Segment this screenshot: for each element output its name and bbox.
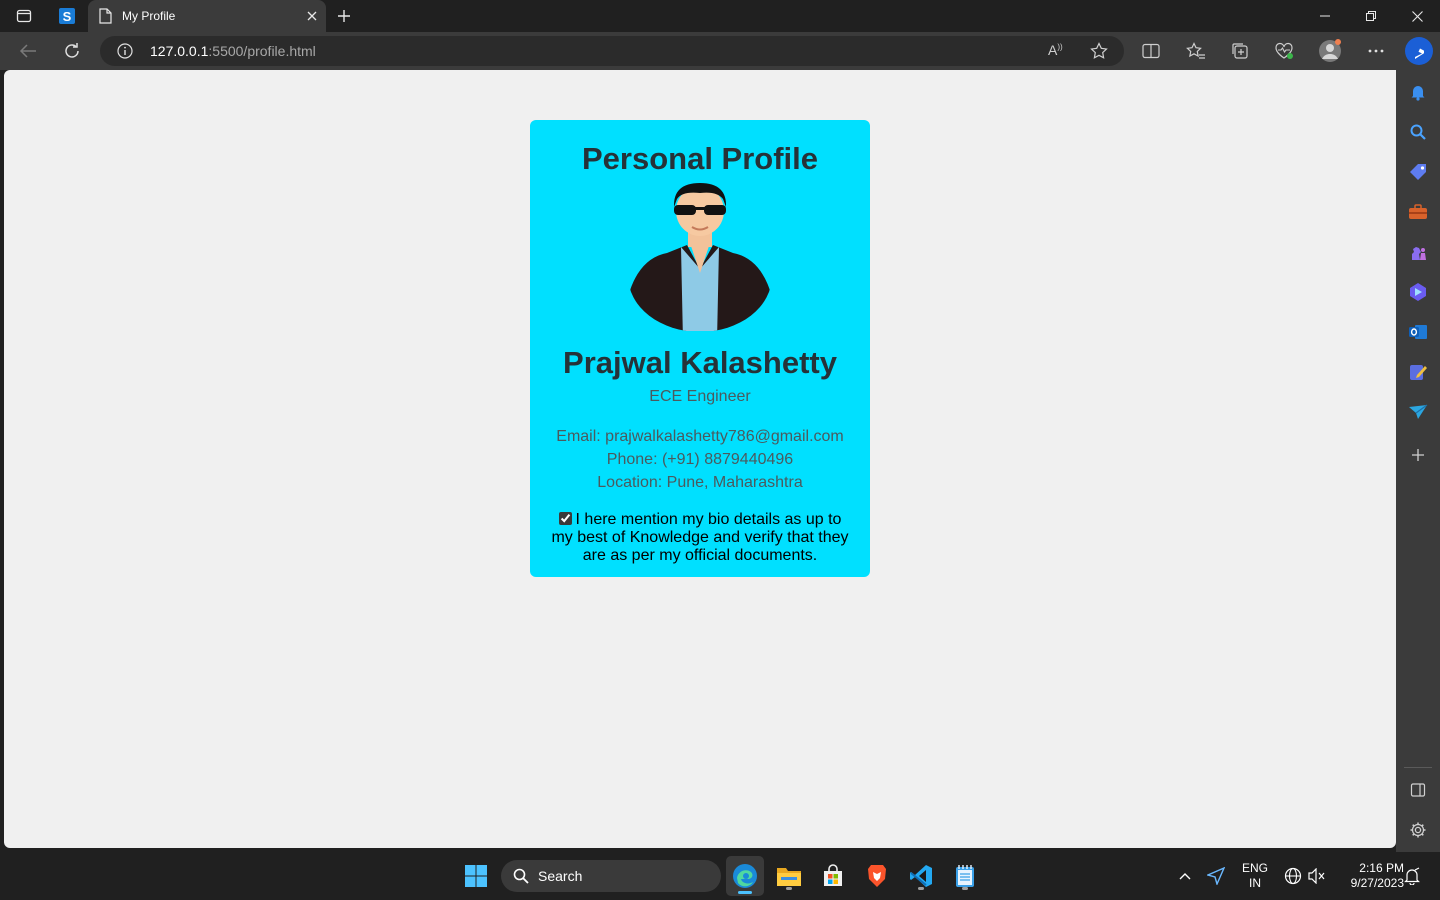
show-hidden-icons-chevron-icon[interactable]: [1169, 860, 1201, 892]
microsoft-store-icon[interactable]: [817, 860, 849, 892]
more-options-icon[interactable]: [1361, 36, 1391, 66]
profile-name: Prajwal Kalashetty: [563, 345, 837, 380]
search-icon: [513, 868, 529, 884]
page-title: Personal Profile: [581, 141, 819, 176]
brave-browser-icon[interactable]: [861, 860, 893, 892]
volume-muted-icon[interactable]: [1301, 860, 1333, 892]
running-indicator: [962, 887, 968, 890]
refresh-icon[interactable]: [57, 36, 87, 66]
notifications-bell-icon[interactable]: [1400, 860, 1424, 892]
pinned-tab-icon[interactable]: S: [56, 0, 78, 32]
search-label: Search: [538, 868, 583, 884]
microsoft-365-icon[interactable]: [1406, 280, 1430, 304]
notification-bell-icon[interactable]: [1406, 80, 1430, 104]
hide-sidebar-icon[interactable]: [1406, 778, 1430, 802]
location-arrow-icon[interactable]: [1200, 860, 1232, 892]
active-indicator: [738, 891, 752, 894]
clock-date: 9/27/2023: [1350, 876, 1404, 890]
profile-avatar-icon[interactable]: [1315, 36, 1345, 66]
browser-toolbar: 127.0.0.1:5500/profile.html A)): [0, 32, 1440, 70]
close-tab-icon[interactable]: [298, 11, 326, 21]
url-text[interactable]: 127.0.0.1:5500/profile.html: [150, 43, 316, 59]
profile-phone: Phone: (+91) 8879440496: [606, 451, 794, 468]
add-sidebar-app-icon[interactable]: [1406, 443, 1430, 467]
read-aloud-icon[interactable]: A)): [1048, 42, 1063, 58]
tools-briefcase-icon[interactable]: [1406, 200, 1430, 224]
profile-email: Email: prajwalkalashetty786@gmail.com: [556, 428, 844, 445]
consent-checkbox[interactable]: [558, 512, 572, 525]
split-screen-icon[interactable]: [1136, 36, 1166, 66]
taskbar-edge-icon[interactable]: [726, 856, 764, 896]
language-indicator[interactable]: ENG IN: [1236, 861, 1274, 891]
running-indicator: [786, 887, 792, 890]
profile-card: Personal Profile Prajwal Kalashetty ECE …: [530, 120, 870, 577]
file-explorer-icon[interactable]: [773, 860, 805, 892]
running-indicator: [918, 887, 924, 890]
new-tab-icon[interactable]: [332, 0, 356, 32]
close-window-icon[interactable]: [1394, 0, 1440, 32]
clock[interactable]: 2:16 PM 9/27/2023: [1334, 861, 1404, 891]
region-code: IN: [1249, 876, 1261, 890]
sidebar-divider: [1404, 767, 1432, 768]
tab-my-profile[interactable]: My Profile: [88, 0, 326, 32]
clock-time: 2:16 PM: [1359, 861, 1404, 875]
send-telegram-icon[interactable]: [1406, 400, 1430, 424]
consent-text: I here mention my bio details as up to m…: [551, 511, 849, 564]
taskbar-search-box[interactable]: Search: [501, 860, 721, 892]
tab-title: My Profile: [122, 9, 176, 23]
page-viewport: Personal Profile Prajwal Kalashetty ECE …: [4, 70, 1396, 848]
back-icon[interactable]: [13, 36, 43, 66]
windows-start-icon[interactable]: [460, 860, 492, 892]
collections-icon[interactable]: [1225, 36, 1255, 66]
favorites-icon[interactable]: [1181, 36, 1211, 66]
page-icon: [99, 8, 112, 24]
edge-sidebar: [1396, 70, 1440, 852]
consent-statement: I here mention my bio details as up to m…: [550, 511, 850, 565]
tab-actions-icon[interactable]: [10, 0, 38, 32]
avatar: [627, 181, 773, 332]
games-chess-icon[interactable]: [1406, 240, 1430, 264]
url-path: :5500/profile.html: [208, 43, 316, 59]
outlook-icon[interactable]: [1406, 320, 1430, 344]
shopping-tag-icon[interactable]: [1406, 160, 1430, 184]
notepad-icon[interactable]: [949, 860, 981, 892]
search-icon[interactable]: [1406, 120, 1430, 144]
svg-text:S: S: [63, 9, 72, 24]
profile-location: Location: Pune, Maharashtra: [597, 474, 803, 491]
url-host: 127.0.0.1: [150, 43, 209, 59]
sidebar-settings-gear-icon[interactable]: [1406, 818, 1430, 842]
contact-info: Email: prajwalkalashetty786@gmail.com Ph…: [530, 425, 870, 494]
language-code: ENG: [1241, 861, 1268, 875]
profile-role: ECE Engineer: [649, 388, 751, 405]
drop-notes-icon[interactable]: [1406, 360, 1430, 384]
minimize-icon[interactable]: [1302, 0, 1348, 32]
favorite-star-icon[interactable]: [1090, 42, 1108, 65]
browser-essentials-icon[interactable]: [1269, 36, 1299, 66]
browser-title-bar: S My Profile: [0, 0, 1440, 32]
site-info-icon[interactable]: [117, 43, 133, 64]
windows-taskbar: Search ENG IN 2:16 PM 9/27/2023: [0, 852, 1440, 900]
bing-copilot-icon[interactable]: [1403, 34, 1435, 68]
vscode-icon[interactable]: [905, 860, 937, 892]
restore-icon[interactable]: [1348, 0, 1394, 32]
address-bar[interactable]: 127.0.0.1:5500/profile.html A)): [100, 36, 1124, 66]
